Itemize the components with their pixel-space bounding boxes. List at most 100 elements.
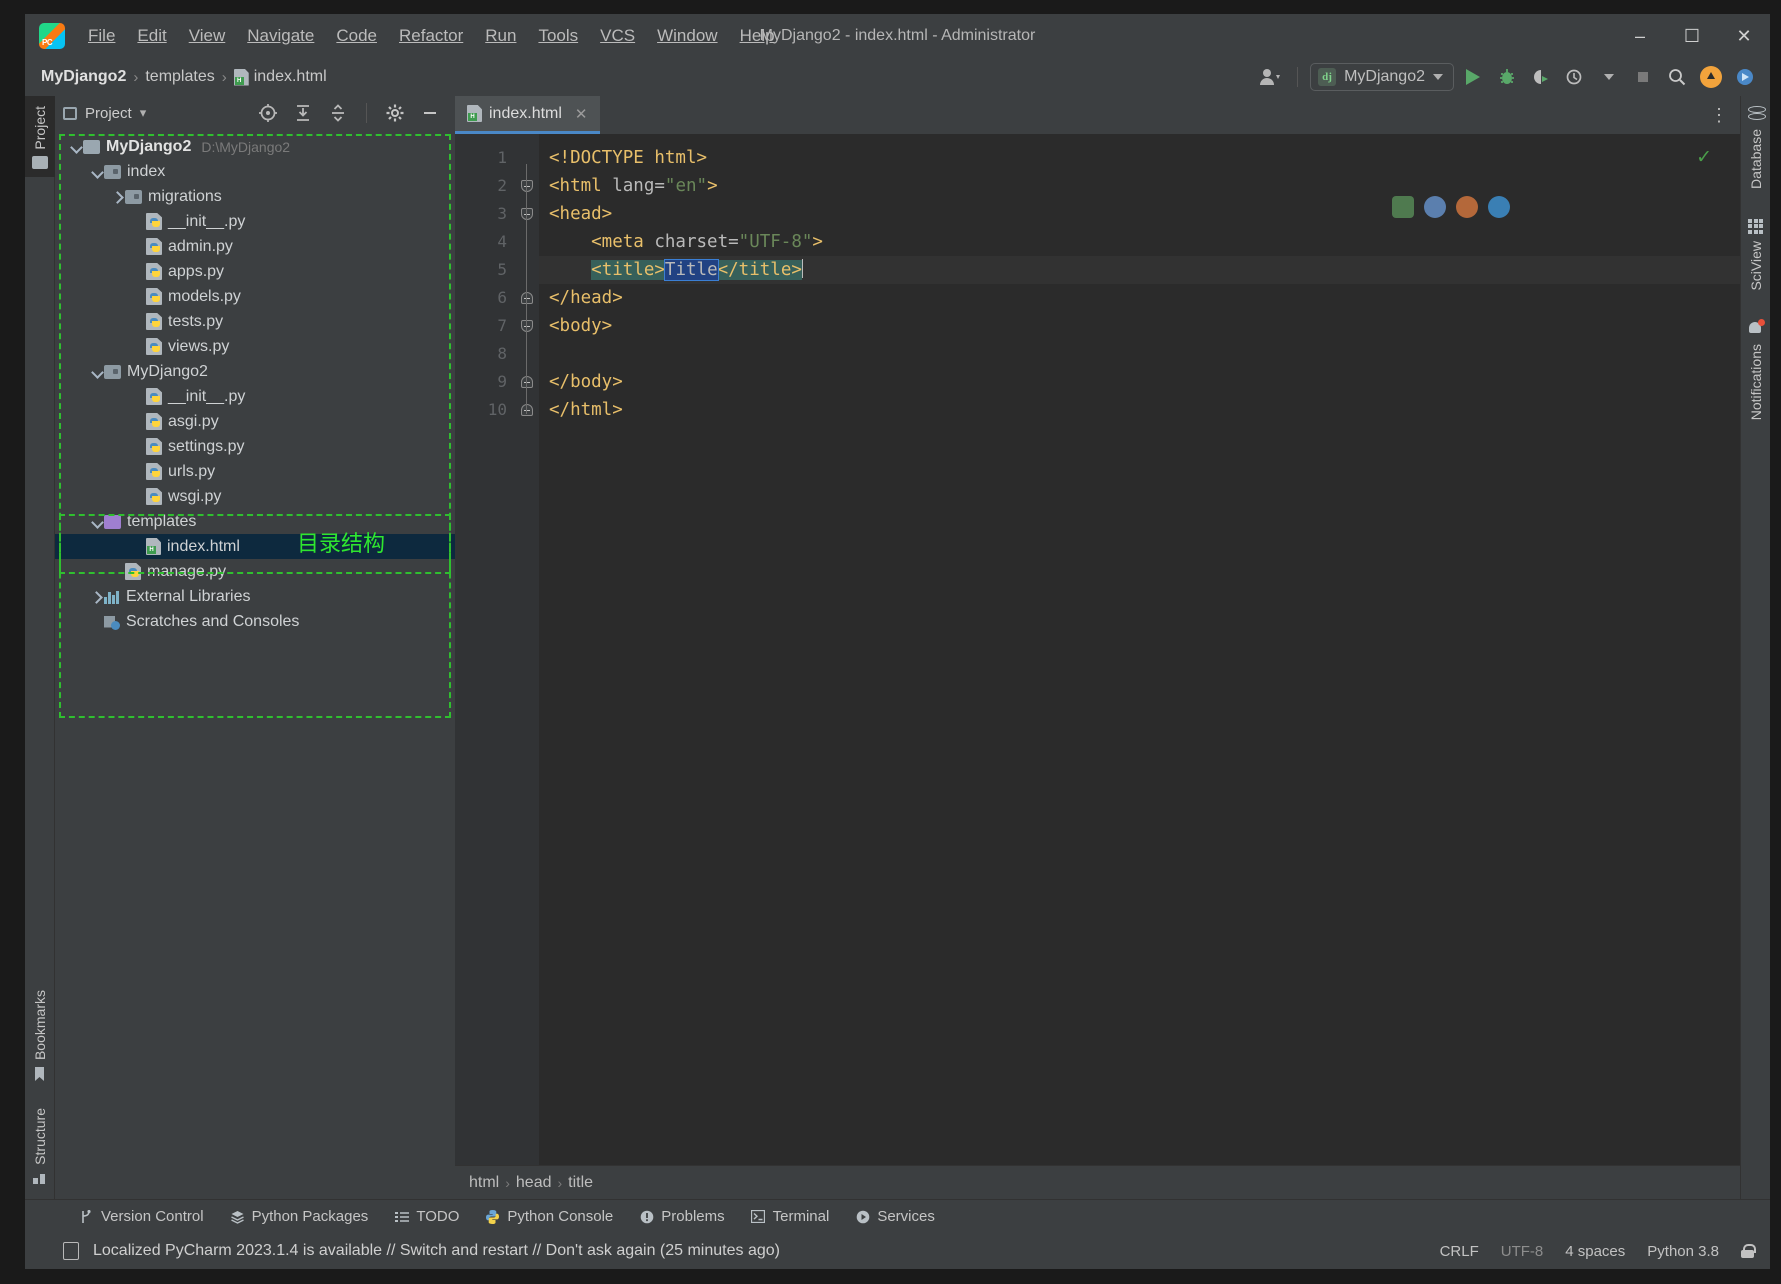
- fold-marker[interactable]: [517, 172, 539, 200]
- search-button[interactable]: [1662, 63, 1692, 91]
- menu-refactor[interactable]: Refactor: [388, 22, 474, 50]
- toolwindow-services[interactable]: Services: [855, 1208, 935, 1225]
- breadcrumb-templates[interactable]: templates: [145, 68, 214, 86]
- minimize-button[interactable]: –: [1614, 14, 1666, 58]
- chevron-right-icon[interactable]: [90, 590, 104, 604]
- code-line[interactable]: <meta charset="UTF-8">: [539, 228, 1740, 256]
- update-button[interactable]: [1696, 63, 1726, 91]
- menu-help[interactable]: Help: [729, 22, 786, 50]
- run-configuration-selector[interactable]: dj MyDjango2: [1310, 63, 1454, 91]
- fold-marker[interactable]: [517, 312, 539, 340]
- menu-vcs[interactable]: VCS: [589, 22, 646, 50]
- profile-button[interactable]: [1560, 63, 1590, 91]
- code-line[interactable]: </html>: [539, 396, 1740, 424]
- tree-node-mydjango2[interactable]: MyDjango2: [55, 359, 455, 384]
- edge-browser-icon[interactable]: [1488, 196, 1510, 218]
- code-line[interactable]: <body>: [539, 312, 1740, 340]
- line-separator-indicator[interactable]: CRLF: [1440, 1243, 1479, 1260]
- toolwindow-version-control[interactable]: Version Control: [79, 1208, 204, 1225]
- close-icon[interactable]: ✕: [575, 105, 588, 123]
- menu-edit[interactable]: Edit: [126, 22, 177, 50]
- jetbrains-browser-icon[interactable]: [1392, 196, 1414, 218]
- chevron-down-icon[interactable]: [90, 165, 104, 179]
- status-message[interactable]: Localized PyCharm 2023.1.4 is available …: [93, 1242, 780, 1260]
- chrome-browser-icon[interactable]: [1424, 196, 1446, 218]
- tree-node-init-py[interactable]: __init__.py: [55, 384, 455, 409]
- toolwindow-terminal[interactable]: Terminal: [751, 1208, 829, 1225]
- tree-node-manage-py[interactable]: manage.py: [55, 559, 455, 584]
- plugin-button[interactable]: [1730, 63, 1760, 91]
- indent-indicator[interactable]: 4 spaces: [1565, 1243, 1625, 1260]
- encoding-indicator[interactable]: UTF-8: [1501, 1243, 1544, 1260]
- project-rail-button[interactable]: Project: [24, 96, 55, 177]
- firefox-browser-icon[interactable]: [1456, 196, 1478, 218]
- chevron-down-icon[interactable]: [90, 515, 104, 529]
- tree-node-admin-py[interactable]: admin.py: [55, 234, 455, 259]
- menu-tools[interactable]: Tools: [527, 22, 589, 50]
- fold-marker[interactable]: [517, 284, 539, 312]
- lock-icon[interactable]: [1741, 1244, 1756, 1258]
- notification-log-icon[interactable]: [63, 1242, 79, 1260]
- tree-node-apps-py[interactable]: apps.py: [55, 259, 455, 284]
- tree-node-index-html[interactable]: Hindex.html: [55, 534, 455, 559]
- chevron-right-icon[interactable]: [111, 190, 125, 204]
- tree-node-settings-py[interactable]: settings.py: [55, 434, 455, 459]
- tree-node-asgi-py[interactable]: asgi.py: [55, 409, 455, 434]
- settings-gear-icon[interactable]: [380, 99, 410, 127]
- sciview-rail-button[interactable]: SciView: [1748, 218, 1764, 290]
- chevron-down-icon-profile[interactable]: [1594, 63, 1624, 91]
- menu-navigate[interactable]: Navigate: [236, 22, 325, 50]
- user-profile-icon[interactable]: [1255, 63, 1285, 91]
- code-line[interactable]: </body>: [539, 368, 1740, 396]
- fold-marker[interactable]: [517, 368, 539, 396]
- chevron-down-icon[interactable]: [90, 365, 104, 379]
- tree-node-models-py[interactable]: models.py: [55, 284, 455, 309]
- toolwindow-python-packages[interactable]: Python Packages: [230, 1208, 368, 1225]
- interpreter-indicator[interactable]: Python 3.8: [1647, 1243, 1719, 1260]
- editor-breadcrumb-head[interactable]: head: [516, 1174, 552, 1192]
- run-button[interactable]: [1458, 63, 1488, 91]
- editor-breadcrumb-html[interactable]: html: [469, 1174, 499, 1192]
- fold-marker[interactable]: [517, 200, 539, 228]
- chevron-down-icon[interactable]: [69, 140, 83, 154]
- tree-node-index[interactable]: index: [55, 159, 455, 184]
- inspection-status-icon[interactable]: ✓: [1696, 146, 1712, 169]
- bookmarks-rail-button[interactable]: Bookmarks: [32, 990, 48, 1082]
- toolwindow-todo[interactable]: TODO: [394, 1208, 459, 1225]
- locate-icon[interactable]: [253, 99, 283, 127]
- tree-node-wsgi-py[interactable]: wsgi.py: [55, 484, 455, 509]
- menu-code[interactable]: Code: [325, 22, 388, 50]
- tree-node-scratches-and-consoles[interactable]: Scratches and Consoles: [55, 609, 455, 634]
- menu-run[interactable]: Run: [474, 22, 527, 50]
- code-folding-column[interactable]: [517, 134, 539, 1165]
- code-line[interactable]: [539, 340, 1740, 368]
- breadcrumb-project[interactable]: MyDjango2: [41, 68, 126, 86]
- run-coverage-button[interactable]: [1526, 63, 1556, 91]
- code-editor[interactable]: 1 2 3 4 5 6 7 8 9 10 <!DOCTYPE html> <html lang="e…: [455, 134, 1740, 1165]
- toolwindow-problems[interactable]: Problems: [639, 1208, 725, 1225]
- database-rail-button[interactable]: Database: [1747, 106, 1766, 189]
- collapse-all-icon[interactable]: [323, 99, 353, 127]
- code-line[interactable]: <html lang="en">: [539, 172, 1740, 200]
- debug-button[interactable]: [1492, 63, 1522, 91]
- menu-view[interactable]: View: [178, 22, 237, 50]
- tree-node-urls-py[interactable]: urls.py: [55, 459, 455, 484]
- tree-node-views-py[interactable]: views.py: [55, 334, 455, 359]
- fold-marker[interactable]: [517, 396, 539, 424]
- menu-file[interactable]: File: [77, 22, 126, 50]
- maximize-button[interactable]: ☐: [1666, 14, 1718, 58]
- tree-node-init-py[interactable]: __init__.py: [55, 209, 455, 234]
- toolwindow-python-console[interactable]: Python Console: [485, 1208, 613, 1225]
- editor-breadcrumb-title[interactable]: title: [568, 1174, 593, 1192]
- tree-node-migrations[interactable]: migrations: [55, 184, 455, 209]
- tree-node-tests-py[interactable]: tests.py: [55, 309, 455, 334]
- hide-icon[interactable]: [415, 99, 445, 127]
- tab-index-html[interactable]: H index.html ✕: [455, 96, 600, 134]
- tree-node-mydjango2[interactable]: MyDjango2 D:\MyDjango2: [55, 134, 455, 159]
- code-line[interactable]: <!DOCTYPE html>: [539, 144, 1740, 172]
- expand-all-icon[interactable]: [288, 99, 318, 127]
- close-button[interactable]: ✕: [1718, 14, 1770, 58]
- tree-node-templates[interactable]: templates: [55, 509, 455, 534]
- code-line[interactable]: </head>: [539, 284, 1740, 312]
- code-line[interactable]: <head>: [539, 200, 1740, 228]
